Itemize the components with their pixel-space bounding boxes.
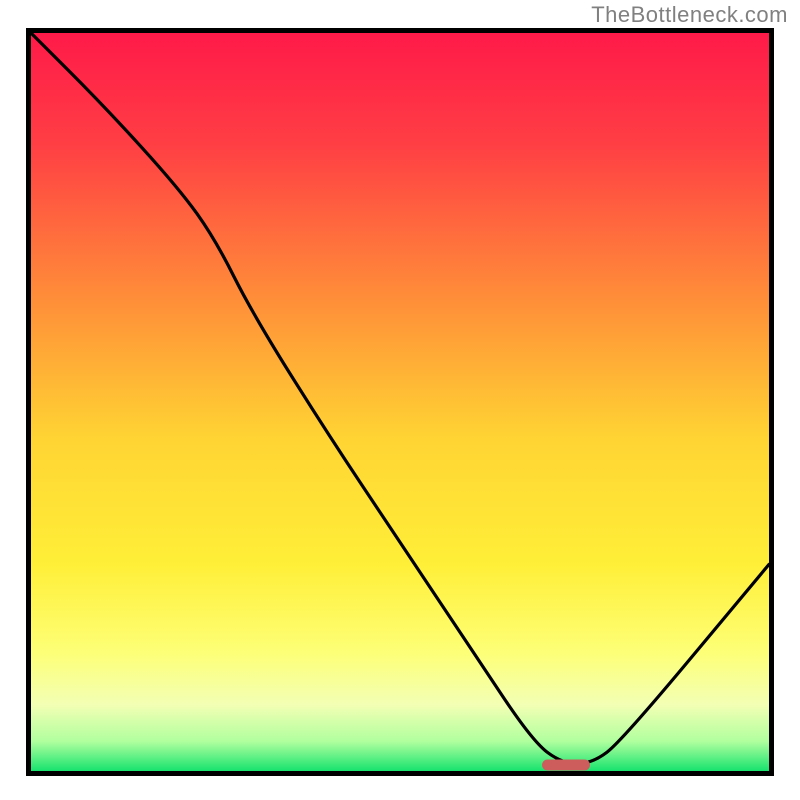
plot-inner: [31, 33, 769, 771]
optimal-marker: [542, 760, 590, 771]
chart-area: [26, 28, 774, 776]
watermark-text: TheBottleneck.com: [591, 2, 788, 28]
gradient-background: [31, 33, 769, 771]
chart-svg: [31, 33, 769, 771]
